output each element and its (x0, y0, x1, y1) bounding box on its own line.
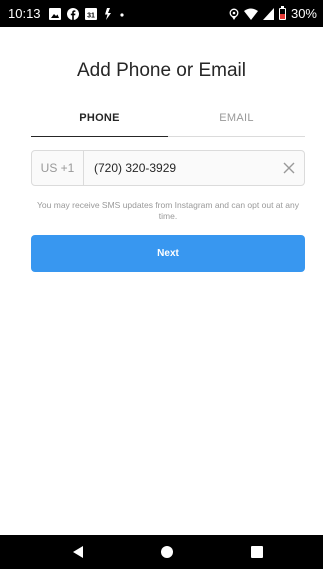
image-icon (48, 7, 61, 21)
phone-field: US +1 (31, 150, 305, 186)
battery-percent: 30% (290, 6, 317, 21)
close-icon[interactable] (274, 151, 304, 185)
navigation-bar (0, 535, 323, 569)
calendar-day: 31 (87, 12, 95, 19)
page-title: Add Phone or Email (77, 60, 246, 81)
signal-icon (262, 7, 274, 21)
status-bar-right: 30% (229, 5, 317, 21)
location-icon (229, 7, 239, 21)
sms-disclaimer: You may receive SMS updates from Instagr… (37, 200, 299, 221)
status-bar-left: 10:13 31 (8, 6, 125, 21)
next-button[interactable]: Next (31, 235, 305, 272)
status-bar: 10:13 31 30% (0, 0, 323, 27)
phone-input[interactable] (84, 151, 274, 185)
tab-active-indicator (31, 136, 168, 137)
status-time: 10:13 (8, 6, 41, 21)
country-code-selector[interactable]: US +1 (32, 151, 84, 185)
recents-icon[interactable] (232, 535, 282, 569)
dot-icon (119, 7, 125, 21)
tab-email[interactable]: EMAIL (168, 104, 305, 137)
wifi-icon (243, 7, 258, 21)
tab-bar: PHONE EMAIL (31, 104, 305, 137)
home-icon[interactable] (142, 535, 192, 569)
tab-phone[interactable]: PHONE (31, 104, 168, 137)
facebook-icon (66, 7, 79, 21)
calendar-icon: 31 (84, 7, 97, 21)
wrench-icon (103, 7, 113, 21)
tab-divider (168, 136, 305, 137)
back-icon[interactable] (53, 535, 103, 569)
battery-icon (278, 5, 286, 20)
